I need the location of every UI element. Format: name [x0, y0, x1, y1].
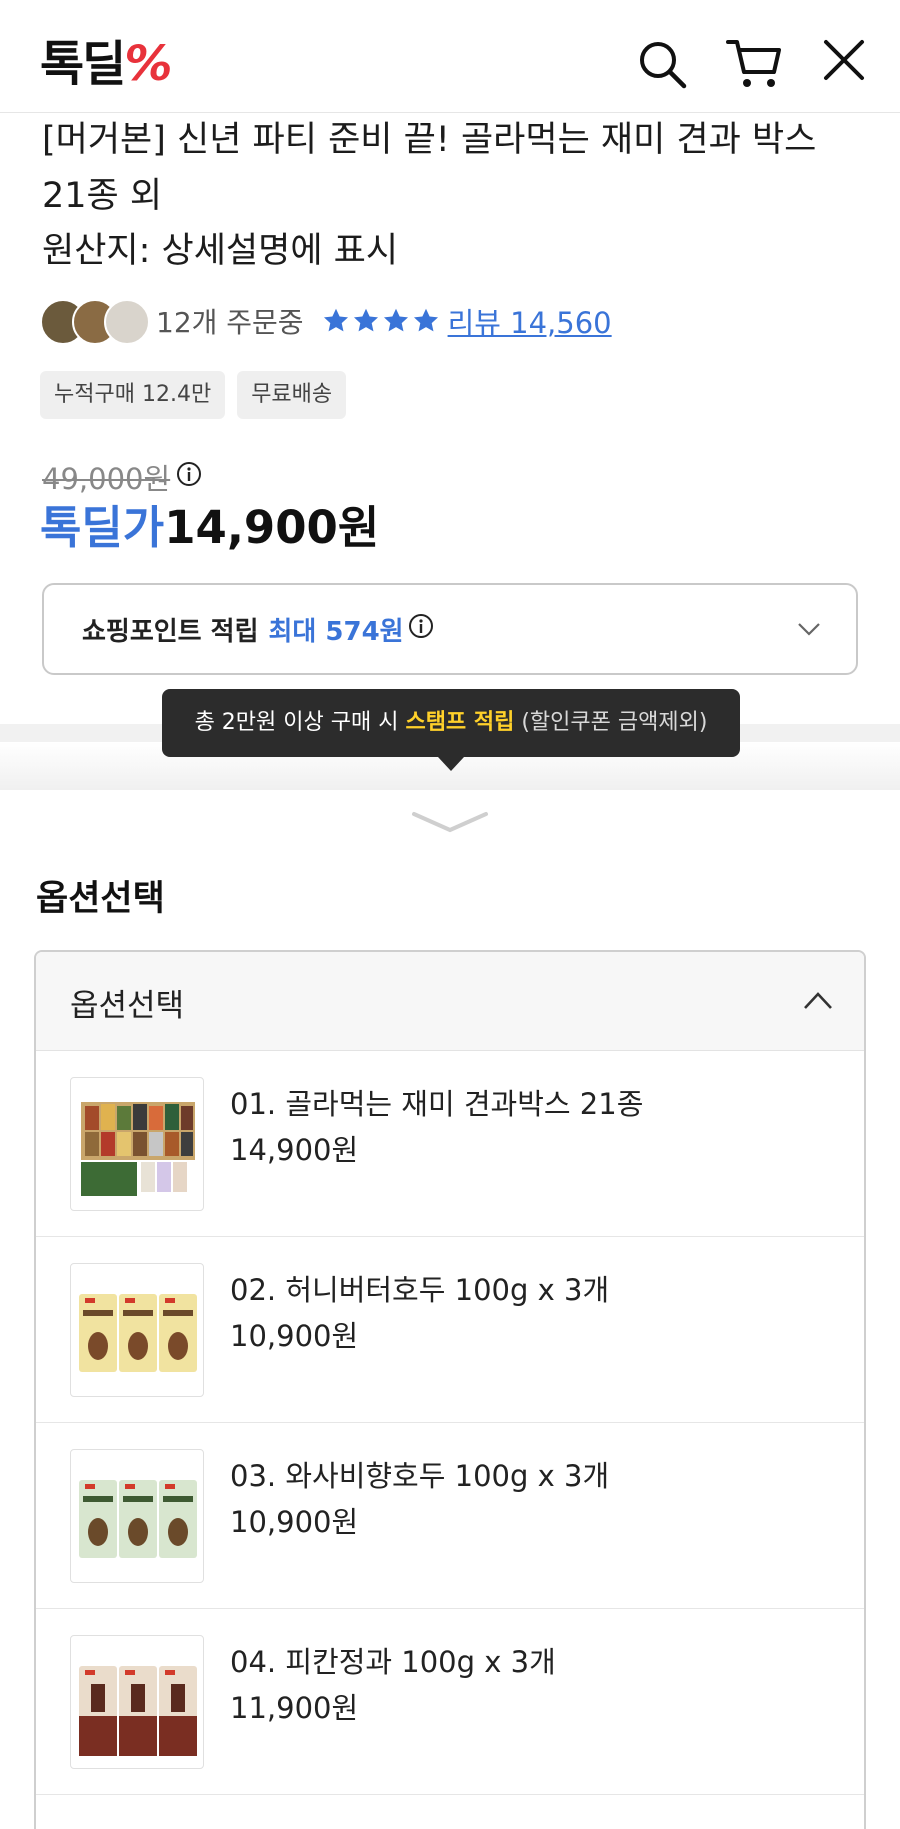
option-thumbnail: [70, 1263, 204, 1397]
avatar: [104, 299, 150, 345]
option-price: 10,900원: [230, 1505, 359, 1539]
option-name: 02. 허니버터호두 100g x 3개: [230, 1273, 610, 1307]
option-thumbnail: [70, 1635, 204, 1769]
logo[interactable]: 톡딜%: [40, 36, 172, 92]
close-icon[interactable]: [822, 38, 874, 90]
option-item[interactable]: 02. 허니버터호두 100g x 3개 10,900원: [36, 1237, 864, 1423]
tooltip-prefix: 총 2만원 이상 구매 시: [194, 710, 399, 735]
sheet-handle-chevron-icon[interactable]: [410, 808, 490, 842]
star-icon: [413, 308, 438, 332]
option-price: 11,900원: [230, 1691, 359, 1725]
product-tags: 누적구매 12.4만 무료배송: [40, 371, 347, 419]
tag-cumulative-sales: 누적구매 12.4만: [40, 371, 226, 419]
option-name: 01. 골라먹는 재미 견과박스 21종: [230, 1087, 644, 1121]
info-icon[interactable]: [176, 460, 202, 494]
option-sheet: 옵션선택 옵션선택 01. 골라먹는 재미 견과박스 21종 14,900원 0…: [0, 790, 900, 1829]
cart-icon[interactable]: [726, 38, 781, 90]
star-icon: [323, 308, 348, 332]
logo-text: 톡딜: [40, 36, 126, 92]
option-dropdown-header[interactable]: 옵션선택: [36, 952, 864, 1051]
points-label: 쇼핑포인트 적립: [82, 617, 259, 647]
star-icon: [383, 308, 408, 332]
stamp-tooltip: 총 2만원 이상 구매 시 스탬프 적립 (할인쿠폰 금액제외): [162, 689, 740, 771]
option-name: 03. 와사비향호두 100g x 3개: [230, 1459, 610, 1493]
option-select: 옵션선택 01. 골라먹는 재미 견과박스 21종 14,900원 02. 허니…: [34, 950, 866, 1829]
option-name: 04. 피칸정과 100g x 3개: [230, 1645, 556, 1679]
option-item[interactable]: 03. 와사비향호두 100g x 3개 10,900원: [36, 1423, 864, 1609]
orders-count: 12개 주문중: [156, 306, 304, 339]
option-dropdown-label: 옵션선택: [70, 988, 185, 1024]
option-item[interactable]: 01. 골라먹는 재미 견과박스 21종 14,900원: [36, 1051, 864, 1237]
tag-free-shipping: 무료배송: [237, 371, 347, 419]
info-icon[interactable]: [408, 613, 434, 646]
option-price: 10,900원: [230, 1319, 359, 1353]
review-link[interactable]: 리뷰 14,560: [448, 300, 612, 342]
chevron-up-icon[interactable]: [802, 988, 834, 1016]
top-header: 톡딜%: [0, 0, 900, 113]
chevron-down-icon[interactable]: [796, 615, 822, 645]
logo-mark: %: [124, 36, 172, 92]
points-value: 최대 574원: [268, 617, 404, 647]
option-thumbnail: [70, 1077, 204, 1211]
star-icon: [353, 308, 378, 332]
shopping-points-box[interactable]: 쇼핑포인트 적립 최대 574원: [42, 583, 858, 675]
rating-stars: [322, 307, 440, 335]
product-title: [머거본] 신년 파티 준비 끝! 골라먹는 재미 견과 박스 21종 외: [42, 120, 817, 216]
original-price: 49,000원: [42, 462, 171, 496]
buyer-avatars: [40, 299, 150, 345]
deal-label: 톡딜가: [40, 501, 165, 554]
orders-row: 12개 주문중 리뷰 14,560: [40, 298, 612, 345]
tooltip-suffix: (할인쿠폰 금액제외): [521, 710, 708, 735]
deal-price: 14,900원: [164, 501, 380, 554]
deal-price-row: 톡딜가14,900원: [40, 498, 379, 558]
points-text: 쇼핑포인트 적립 최대 574원: [82, 611, 434, 648]
option-thumbnail: [70, 1449, 204, 1583]
option-price: 14,900원: [230, 1133, 359, 1167]
option-item[interactable]: 04. 피칸정과 100g x 3개 11,900원: [36, 1609, 864, 1795]
tooltip-highlight: 스탬프 적립: [405, 710, 515, 735]
search-icon[interactable]: [636, 38, 688, 90]
product-origin: 원산지: 상세설명에 표시: [42, 231, 399, 271]
original-price-row: 49,000원: [42, 456, 202, 498]
option-section-title: 옵션선택: [36, 879, 165, 919]
